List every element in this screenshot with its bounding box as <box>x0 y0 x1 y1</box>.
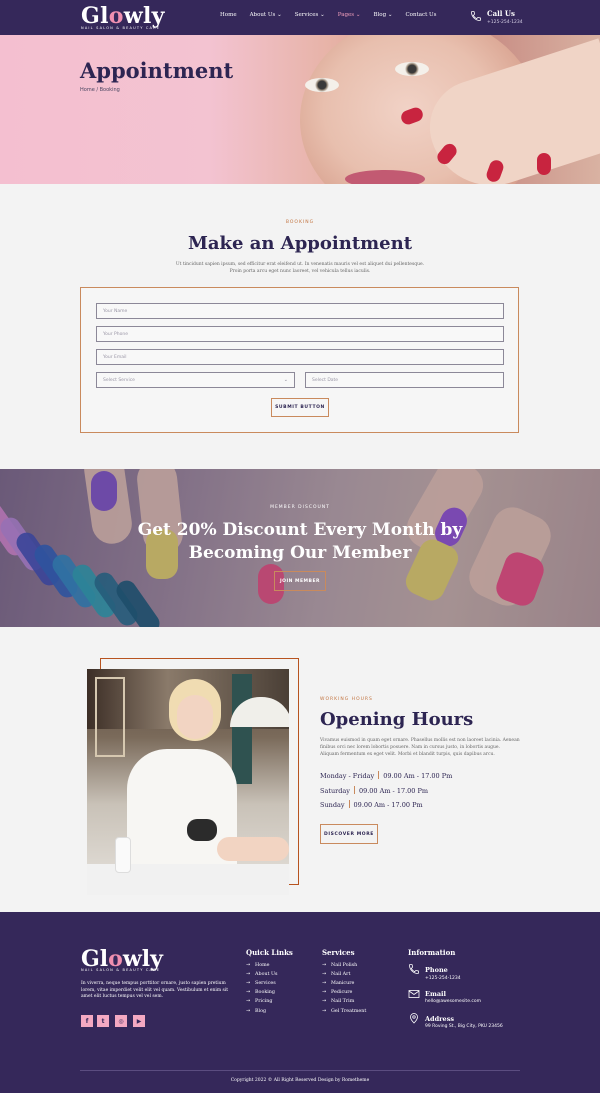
info-phone-value[interactable]: +125-254-1234 <box>425 976 461 981</box>
footer-link-services[interactable]: → Services <box>246 981 276 986</box>
footer-service-link[interactable]: → Gel Treatment <box>322 1009 366 1014</box>
chevron-down-icon: ⌄ <box>283 377 288 383</box>
manicurist-photo <box>87 669 289 895</box>
join-member-button[interactable]: JOIN MEMBER <box>274 571 326 591</box>
arrow-right-icon: → <box>246 972 251 977</box>
booking-eyebrow: BOOKING <box>285 220 315 225</box>
footer-logo-tagline: NAIL SALON & BEAUTY CARE <box>81 968 161 972</box>
arrow-right-icon: → <box>322 1009 327 1014</box>
footer-link-booking[interactable]: → Booking <box>246 990 275 995</box>
chevron-down-icon: ⌄ <box>320 12 325 18</box>
page-title: Appointment <box>80 58 234 83</box>
call-us-number: +125-254-1234 <box>487 20 523 25</box>
name-field[interactable]: Your Name <box>96 303 504 319</box>
nav-item-services[interactable]: Services ⌄ <box>295 12 325 18</box>
arrow-right-icon: → <box>322 963 327 968</box>
chevron-down-icon: ⌄ <box>355 12 361 18</box>
hours-description: Vivamus euismod in quam eget ornare. Pha… <box>320 738 520 757</box>
phone-field[interactable]: Your Phone <box>96 326 504 342</box>
info-phone-label: Phone <box>425 966 448 974</box>
member-title: Get 20% Discount Every Month by Becoming… <box>137 520 463 563</box>
hours-row: Sunday 09.00 Am - 17.00 Pm <box>320 800 423 809</box>
email-field[interactable]: Your Email <box>96 349 504 365</box>
footer-link-blog[interactable]: → Blog <box>246 1009 266 1014</box>
nav-item-pages[interactable]: Pages ⌄ <box>338 12 361 18</box>
hero-eye-left <box>305 78 339 92</box>
chevron-down-icon: ⌄ <box>277 12 282 18</box>
arrow-right-icon: → <box>246 999 251 1004</box>
hero-lips <box>345 170 425 184</box>
member-eyebrow: MEMBER DISCOUNT <box>270 505 330 510</box>
discover-more-button[interactable]: DISCOVER MORE <box>320 824 378 844</box>
footer-link-pricing[interactable]: → Pricing <box>246 999 272 1004</box>
footer-link-home[interactable]: → Home <box>246 963 270 968</box>
arrow-right-icon: → <box>322 981 327 986</box>
footer-divider <box>80 1070 520 1071</box>
envelope-icon <box>408 990 420 998</box>
phone-icon <box>471 11 481 21</box>
date-field[interactable]: Select Date <box>305 372 504 388</box>
nav-item-about[interactable]: About Us ⌄ <box>250 12 282 18</box>
hero-nail <box>537 153 551 175</box>
hours-eyebrow: WORKING HOURS <box>320 697 373 702</box>
nav-item-home[interactable]: Home <box>220 12 237 18</box>
services-title: Services <box>322 948 355 957</box>
information-title: Information <box>408 948 456 957</box>
main-menu: Home About Us ⌄ Services ⌄ Pages ⌄ Blog … <box>220 12 450 18</box>
nav-item-contact[interactable]: Contact Us <box>405 12 436 18</box>
booking-description: Ut tincidunt sapien ipsum, sed efficitur… <box>175 262 425 274</box>
hours-row: Saturday 09.00 Am - 17.00 Pm <box>320 786 429 795</box>
phone-icon <box>409 964 419 974</box>
call-us-title: Call Us <box>487 9 515 18</box>
footer-service-link[interactable]: → Nail Polish <box>322 963 357 968</box>
footer-link-about[interactable]: → About Us <box>246 972 278 977</box>
info-address-value: 99 Roving St., Big City, PKU 23456 <box>425 1024 503 1029</box>
service-select[interactable]: Select Service ⌄ <box>96 372 295 388</box>
arrow-right-icon: → <box>322 999 327 1004</box>
map-pin-icon <box>410 1013 418 1024</box>
booking-title: Make an Appointment <box>187 233 413 254</box>
twitter-icon[interactable]: t <box>97 1015 109 1027</box>
submit-button[interactable]: SUBMIT BUTTON <box>271 398 329 417</box>
copyright-text: Copyright 2022 © All Right Reserved Desi… <box>230 1078 370 1083</box>
arrow-right-icon: → <box>246 990 251 995</box>
footer-service-link[interactable]: → Pedicure <box>322 990 352 995</box>
breadcrumb[interactable]: Home / Booking <box>80 87 120 93</box>
site-footer <box>0 912 600 1093</box>
hours-row: Monday - Friday 09.00 Am - 17.00 Pm <box>320 771 453 780</box>
instagram-icon[interactable]: ◎ <box>115 1015 127 1027</box>
chevron-down-icon: ⌄ <box>387 12 393 18</box>
info-address-label: Address <box>425 1015 455 1023</box>
footer-about-text: In viverra, neque tempus porttitor ornar… <box>81 981 229 999</box>
arrow-right-icon: → <box>246 981 251 986</box>
booking-form: Your Name Your Phone Your Email Select S… <box>80 287 519 433</box>
hours-title: Opening Hours <box>320 709 474 730</box>
nav-item-blog[interactable]: Blog ⌄ <box>373 12 392 18</box>
footer-service-link[interactable]: → Manicure <box>322 981 354 986</box>
arrow-right-icon: → <box>322 990 327 995</box>
info-email-label: Email <box>425 990 446 998</box>
arrow-right-icon: → <box>322 972 327 977</box>
arrow-right-icon: → <box>246 963 251 968</box>
quick-links-title: Quick Links <box>246 948 293 957</box>
facebook-icon[interactable]: f <box>81 1015 93 1027</box>
logo-tagline: NAIL SALON & BEAUTY CARE <box>81 26 161 30</box>
hero-eye-right <box>395 62 429 76</box>
arrow-right-icon: → <box>246 1009 251 1014</box>
top-navbar: Glowly NAIL SALON & BEAUTY CARE Home Abo… <box>0 0 600 35</box>
footer-service-link[interactable]: → Nail Art <box>322 972 350 977</box>
youtube-icon[interactable]: ▶ <box>133 1015 145 1027</box>
member-banner: MEMBER DISCOUNT Get 20% Discount Every M… <box>0 469 600 627</box>
footer-service-link[interactable]: → Nail Trim <box>322 999 354 1004</box>
info-email-value[interactable]: hello@awesomesite.com <box>425 999 481 1004</box>
